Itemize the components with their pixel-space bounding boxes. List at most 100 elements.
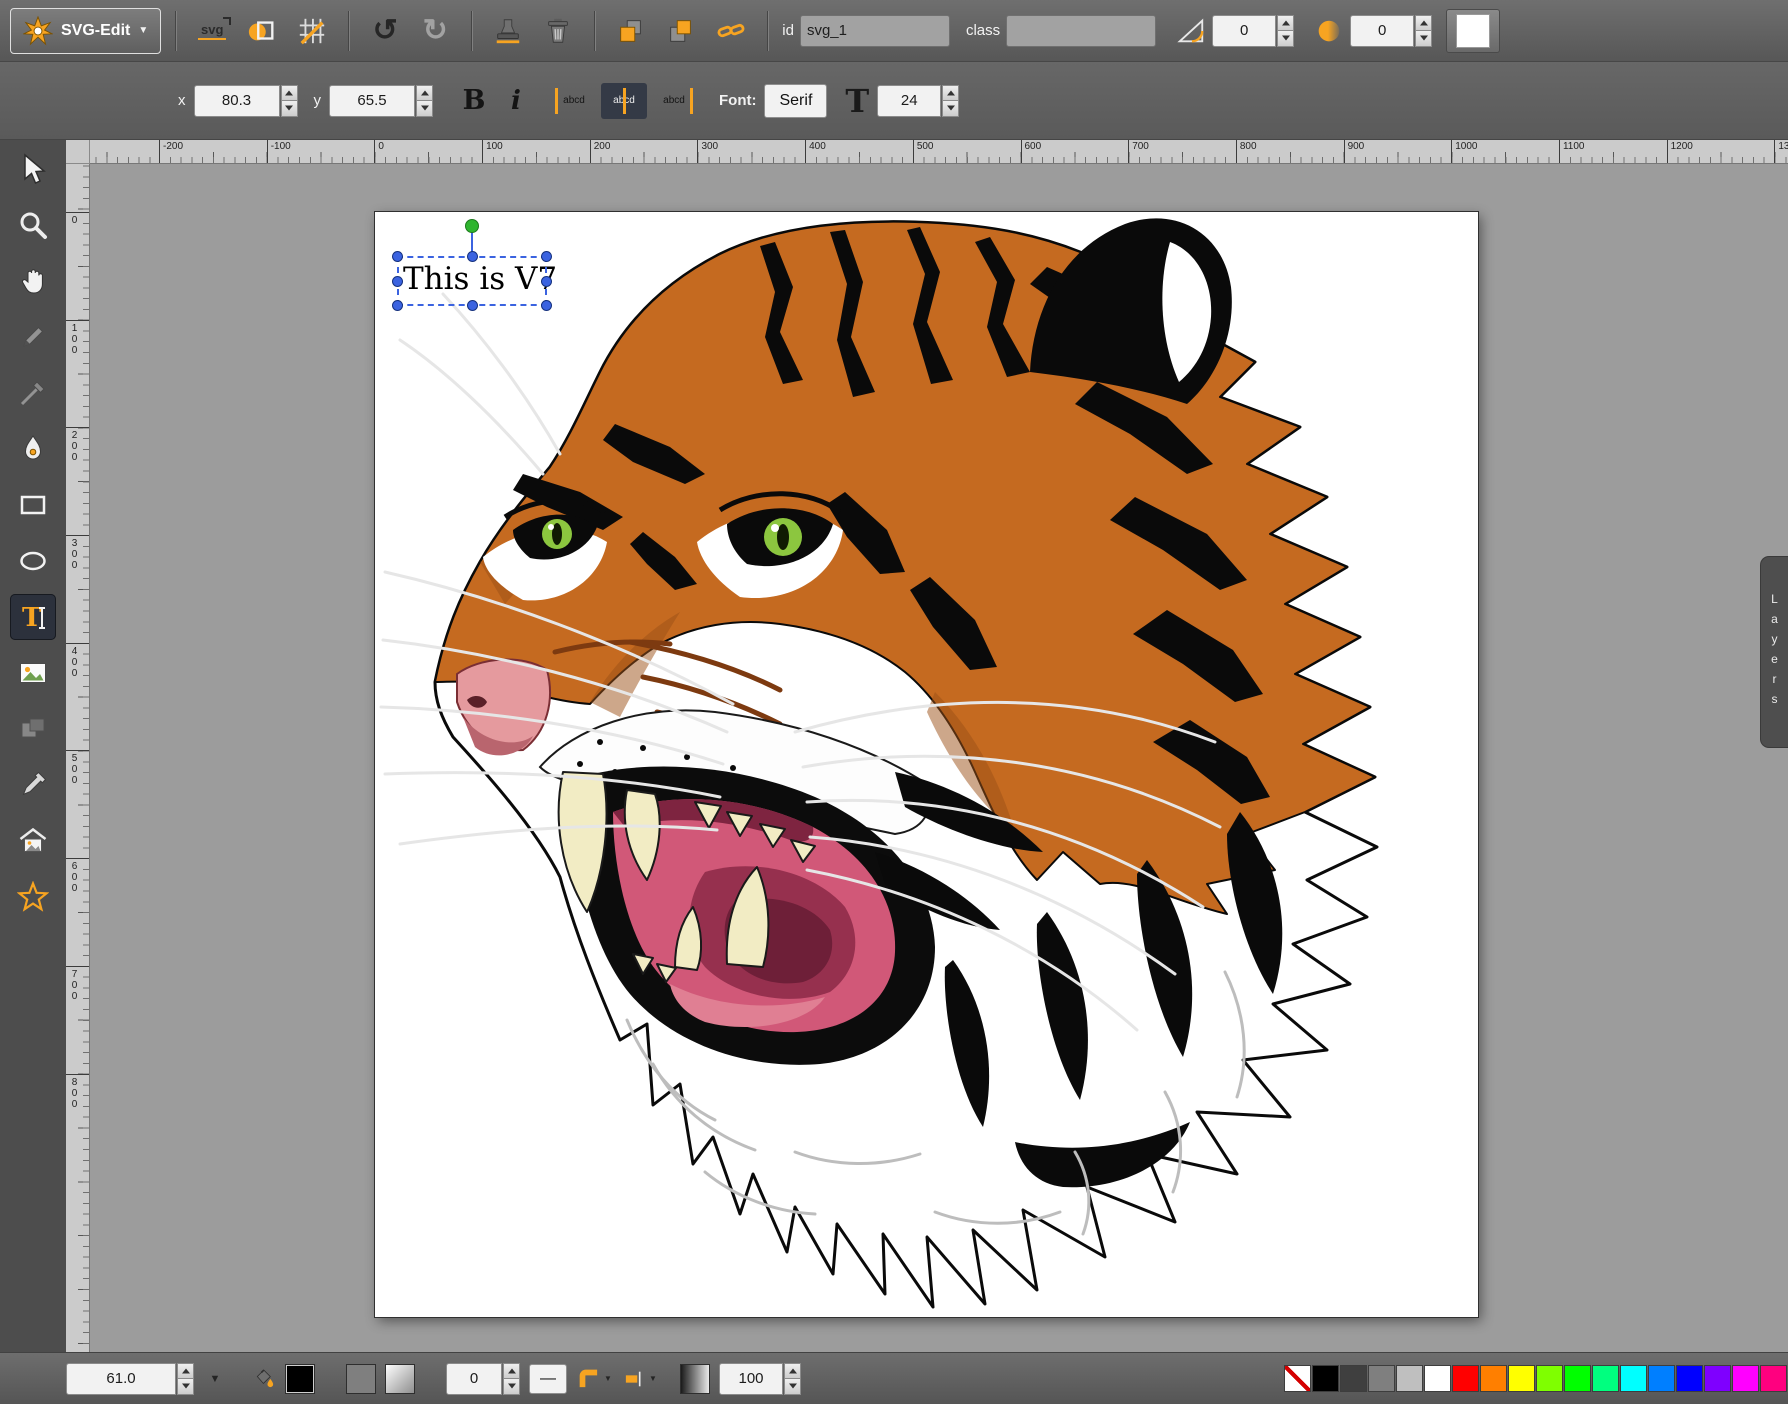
palette-swatch[interactable] <box>1564 1365 1591 1392</box>
element-class-input[interactable] <box>1006 15 1156 47</box>
palette-swatch[interactable] <box>1648 1365 1675 1392</box>
selection-handle-e[interactable] <box>541 276 552 287</box>
line-tool-button[interactable] <box>10 370 56 416</box>
stroke-width-input[interactable] <box>446 1363 502 1395</box>
anchor-sample-text: abcd <box>563 95 585 106</box>
opacity-input[interactable] <box>719 1363 783 1395</box>
palette-swatch[interactable] <box>1536 1365 1563 1392</box>
delete-button[interactable] <box>536 9 580 53</box>
eyedropper-tool-button[interactable] <box>10 762 56 808</box>
selection-handle-s[interactable] <box>467 300 478 311</box>
layers-panel-toggle[interactable]: Layers <box>1760 556 1788 748</box>
zoom-tool-button[interactable] <box>10 202 56 248</box>
palette-swatch[interactable] <box>1396 1365 1423 1392</box>
angle-spinner[interactable] <box>1277 15 1294 47</box>
text-tool-button[interactable]: T <box>10 594 56 640</box>
text-anchor-end-button[interactable]: abcd <box>651 83 697 119</box>
stroke-color-swatch[interactable] <box>346 1364 376 1394</box>
document-properties-button[interactable] <box>240 9 284 53</box>
tools-panel: T <box>0 140 66 1352</box>
ruler-number: 700 <box>66 966 89 1074</box>
stroke-dash-select[interactable]: — <box>529 1364 567 1394</box>
pan-tool-button[interactable] <box>10 258 56 304</box>
bold-button[interactable]: B <box>455 85 493 116</box>
text-anchor-start-button[interactable]: abcd <box>551 83 597 119</box>
angle-input[interactable] <box>1212 15 1276 47</box>
fill-color-swatch[interactable] <box>285 1364 315 1394</box>
svg-edit-app: SVG-Edit ▼ svg ↺ ↻ id class <box>0 0 1788 1404</box>
library-tool-button[interactable] <box>10 818 56 864</box>
ellipse-tool-button[interactable] <box>10 538 56 584</box>
clone-button[interactable] <box>486 9 530 53</box>
palette-swatch[interactable] <box>1760 1365 1787 1392</box>
main-menu-button[interactable]: SVG-Edit ▼ <box>10 8 161 54</box>
font-size-input[interactable] <box>877 85 941 117</box>
blur-icon <box>1314 16 1344 46</box>
ruler-number: 500 <box>66 750 89 858</box>
palette-swatch[interactable] <box>1340 1365 1367 1392</box>
x-spinner[interactable] <box>281 85 298 117</box>
tiger-image[interactable] <box>375 212 1478 1317</box>
palette-swatch[interactable] <box>1704 1365 1731 1392</box>
font-family-button[interactable]: Serif <box>764 84 827 118</box>
paint-type-swatch[interactable] <box>385 1364 415 1394</box>
palette-swatch[interactable] <box>1424 1365 1451 1392</box>
undo-button[interactable]: ↺ <box>363 9 407 53</box>
selection-handle-n[interactable] <box>467 251 478 262</box>
shapes-tool-button[interactable] <box>10 706 56 752</box>
stroke-width-spinner[interactable] <box>503 1363 520 1395</box>
opacity-spinner[interactable] <box>784 1363 801 1395</box>
pen-nib-icon <box>17 433 49 465</box>
palette-swatch[interactable] <box>1452 1365 1479 1392</box>
text-y-input[interactable] <box>329 85 415 117</box>
selection-handle-se[interactable] <box>541 300 552 311</box>
rotate-handle[interactable] <box>465 219 479 233</box>
svg-canvas[interactable]: This is V7 <box>375 212 1478 1317</box>
blur-input[interactable] <box>1350 15 1414 47</box>
palette-swatch[interactable] <box>1620 1365 1647 1392</box>
pencil-tool-button[interactable] <box>10 314 56 360</box>
editor-preferences-button[interactable] <box>290 9 334 53</box>
zoom-spinner[interactable] <box>177 1363 194 1395</box>
link-button[interactable] <box>709 9 753 53</box>
text-x-input[interactable] <box>194 85 280 117</box>
y-spinner[interactable] <box>416 85 433 117</box>
select-tool-button[interactable] <box>10 146 56 192</box>
palette-swatch[interactable] <box>1480 1365 1507 1392</box>
anchor-sample-text: abcd <box>663 95 685 106</box>
selection-handle-sw[interactable] <box>392 300 403 311</box>
palette-swatch[interactable] <box>1312 1365 1339 1392</box>
selection-handle-ne[interactable] <box>541 251 552 262</box>
font-size-spinner[interactable] <box>942 85 959 117</box>
palette-swatch[interactable] <box>1368 1365 1395 1392</box>
zoom-input[interactable] <box>66 1363 176 1395</box>
element-id-input[interactable] <box>800 15 950 47</box>
linecap-button[interactable]: ▼ <box>621 1362 657 1396</box>
linejoin-button[interactable]: ▼ <box>576 1362 612 1396</box>
workspace[interactable]: This is V7 <box>90 164 1788 1352</box>
rect-tool-button[interactable] <box>10 482 56 528</box>
redo-button[interactable]: ↻ <box>413 9 457 53</box>
italic-button[interactable]: i <box>501 86 531 116</box>
palette-swatch[interactable] <box>1592 1365 1619 1392</box>
palette-swatch[interactable] <box>1284 1365 1311 1392</box>
opacity-swatch[interactable] <box>680 1364 710 1394</box>
hand-icon <box>17 265 49 297</box>
y-field <box>329 85 433 117</box>
selection-handle-nw[interactable] <box>392 251 403 262</box>
text-anchor-middle-button[interactable]: abcd <box>601 83 647 119</box>
star-tool-button[interactable] <box>10 874 56 920</box>
canvas-background-button[interactable] <box>1446 9 1500 53</box>
move-to-top-button[interactable] <box>659 9 703 53</box>
move-to-bottom-button[interactable] <box>609 9 653 53</box>
palette-swatch[interactable] <box>1676 1365 1703 1392</box>
path-tool-button[interactable] <box>10 426 56 472</box>
zoom-dropdown-button[interactable]: ▼ <box>203 1363 227 1395</box>
selection-handle-w[interactable] <box>392 276 403 287</box>
link-icon <box>716 16 746 46</box>
blur-spinner[interactable] <box>1415 15 1432 47</box>
image-tool-button[interactable] <box>10 650 56 696</box>
source-editor-button[interactable]: svg <box>190 9 234 53</box>
palette-swatch[interactable] <box>1732 1365 1759 1392</box>
palette-swatch[interactable] <box>1508 1365 1535 1392</box>
